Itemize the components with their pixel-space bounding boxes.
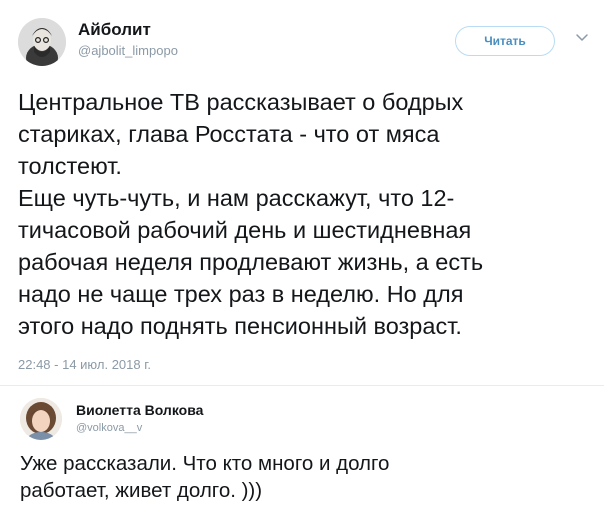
- reply-author-handle[interactable]: @volkova__v: [76, 422, 142, 434]
- author-name[interactable]: Айболит: [78, 20, 151, 40]
- tweet-text-line: этого надо поднять пенсионный возраст.: [18, 313, 462, 339]
- reply-text-line: Уже рассказали. Что кто много и долго: [20, 452, 390, 475]
- reply-text: Уже рассказали. Что кто много и долго ра…: [20, 450, 590, 504]
- follow-button[interactable]: Читать: [455, 26, 555, 56]
- main-tweet: Айболит @ajbolit_limpopo Читать Централь…: [0, 0, 604, 388]
- chevron-down-icon[interactable]: [574, 30, 590, 46]
- reply-tweet: Виолетта Волкова @volkova__v Уже рассказ…: [0, 386, 604, 510]
- tweet-text-line: толстеют.: [18, 153, 122, 179]
- reply-avatar-image: [20, 398, 62, 440]
- tweet-text-line: рабочая неделя продлевают жизнь, а есть: [18, 249, 484, 275]
- author-avatar[interactable]: [18, 18, 66, 66]
- tweet-text: Центральное ТВ рассказывает о бодрых ста…: [18, 86, 590, 342]
- author-handle[interactable]: @ajbolit_limpopo: [78, 43, 178, 58]
- reply-avatar[interactable]: [20, 398, 62, 440]
- author-avatar-image: [18, 18, 66, 66]
- tweet-text-line: Центральное ТВ рассказывает о бодрых: [18, 89, 464, 115]
- tweet-text-line: тичасовой рабочий день и шестидневная: [18, 217, 472, 243]
- tweet-text-line: стариках, глава Росстата - что от мяса: [18, 121, 440, 147]
- tweet-text-line: надо не чаще трех раз в неделю. Но для: [18, 281, 464, 307]
- tweet-timestamp[interactable]: 22:48 - 14 июл. 2018 г.: [18, 357, 151, 372]
- tweet-text-line: Еще чуть-чуть, и нам расскажут, что 12-: [18, 185, 455, 211]
- reply-text-line: работает, живет долго. ))): [20, 479, 263, 502]
- reply-author-name[interactable]: Виолетта Волкова: [76, 402, 203, 418]
